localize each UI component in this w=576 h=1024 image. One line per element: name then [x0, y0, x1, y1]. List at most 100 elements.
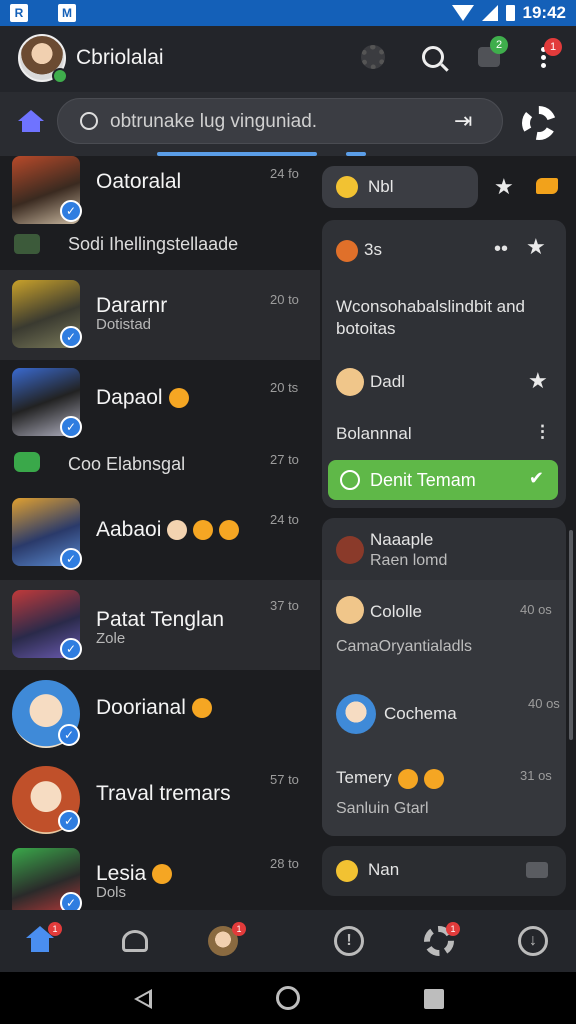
star-icon[interactable]: ★	[494, 174, 514, 200]
chat-time: 24 fo	[270, 166, 299, 181]
chat-bubble-icon	[14, 452, 40, 472]
chat-subtitle: Dols	[96, 884, 127, 901]
fire-emoji-icon	[191, 698, 212, 719]
wifi-icon	[451, 5, 474, 21]
contact-subtitle: Sanluin Gtarl	[336, 800, 429, 817]
card-subtitle: Raen lomd	[370, 552, 448, 569]
chat-time: 20 ts	[270, 380, 299, 395]
side-panel: Nbl ★ 3s •• ★ Wconsohabalslindbit and bo…	[322, 160, 566, 910]
avatar	[336, 694, 376, 734]
back-icon[interactable]	[134, 989, 152, 1009]
chat-time: 27 to	[270, 452, 299, 467]
chat-row[interactable]: ✓ Traval tremars 57 to	[0, 756, 320, 842]
send-arrow-icon[interactable]: ⇥	[454, 110, 480, 132]
signal-icon	[481, 5, 498, 21]
chat-row[interactable]: ✓ Dapaol 20 ts	[0, 360, 320, 446]
search-input[interactable]: obtrunake lug vinguniad. ⇥	[57, 98, 503, 144]
group-label: Sodi Ihellingstellaade	[68, 234, 239, 254]
app-notification-icon: R	[10, 4, 28, 22]
group-row[interactable]: Sodi Ihellingstellaade	[0, 226, 320, 270]
settings-dim-icon[interactable]	[358, 42, 388, 72]
chat-name: Traval tremars	[96, 782, 231, 805]
coin-chip[interactable]: Nbl	[322, 166, 478, 208]
home-button-icon[interactable]	[276, 986, 300, 1010]
nav-home[interactable]: 1	[26, 922, 62, 956]
chat-row[interactable]: ✓ Doorianal	[0, 670, 320, 756]
avatar	[336, 536, 364, 564]
status-bar: R M 19:42	[0, 0, 576, 26]
confirm-button[interactable]: Denit Temam ✔	[328, 460, 558, 500]
nav-settings[interactable]: 1	[424, 922, 460, 956]
bottom-nav: 1 1 ! 1 ↓	[0, 910, 576, 972]
chat-time: 28 to	[270, 856, 299, 871]
gear-icon[interactable]	[522, 106, 556, 140]
lock-icon[interactable]: 2	[474, 36, 508, 72]
nav-wifi[interactable]	[120, 926, 150, 956]
contact-name: Cochema	[384, 704, 457, 723]
search-placeholder: obtrunake lug vinguniad.	[110, 111, 318, 132]
chat-name: Oatoralal	[96, 170, 182, 193]
battery-icon	[505, 5, 515, 21]
item-name: Dadl	[370, 372, 405, 391]
card-description: Wconsohabalslindbit and botoitas	[336, 297, 526, 338]
fox-icon[interactable]	[536, 178, 558, 194]
verified-icon: ✓	[60, 548, 82, 570]
coin-icon	[336, 176, 358, 198]
avatar	[336, 596, 364, 624]
notification-badge: 2	[490, 36, 508, 54]
chat-row[interactable]: ✓ Oatoralal 24 fo	[0, 156, 320, 226]
nav-profile[interactable]: 1	[208, 922, 246, 956]
fire-emoji-icon	[193, 520, 214, 541]
check-circle-icon	[340, 470, 360, 490]
alert-icon: !	[334, 926, 364, 956]
contact-time: 40 os	[520, 602, 552, 617]
chat-name: Patat Tenglan	[96, 608, 225, 631]
chat-subtitle: Zole	[96, 630, 126, 647]
chat-row[interactable]: ✓ Lesia Dols 28 to	[0, 842, 320, 910]
search-icon	[80, 112, 98, 130]
chat-subtitle: Dotistad	[96, 316, 152, 333]
contact-time: 31 os	[520, 768, 552, 783]
nav-alerts[interactable]: !	[334, 926, 364, 956]
fire-emoji-icon	[219, 520, 240, 541]
chat-row[interactable]: ✓ Aabaoi 24 to	[0, 490, 320, 580]
star-icon[interactable]: ★	[526, 234, 546, 260]
verified-icon: ✓	[60, 200, 82, 222]
contact-subtitle: CamaOryantialadls	[336, 638, 473, 655]
more-menu-button[interactable]: 1	[528, 38, 562, 72]
footer-card[interactable]: Nan	[322, 846, 566, 896]
search-icon[interactable]	[418, 42, 448, 72]
home-icon[interactable]	[18, 110, 44, 134]
app-title: Cbriolalai	[76, 46, 164, 69]
alert-badge: 1	[544, 38, 562, 56]
more-dots-icon[interactable]: ••	[494, 238, 508, 261]
contacts-card: Naaaple Raen lomd Cololle 40 os CamaOrya…	[322, 518, 566, 836]
scrollbar[interactable]	[569, 530, 573, 740]
footer-label: Nan	[368, 860, 400, 879]
star-icon[interactable]: ★	[528, 368, 548, 394]
chat-name: Lesia	[96, 862, 173, 886]
fire-emoji-icon	[423, 768, 444, 789]
tab-indicator	[346, 152, 366, 156]
nav-download[interactable]: ↓	[518, 926, 548, 956]
chat-name: Doorianal	[96, 696, 212, 720]
fire-emoji-icon	[152, 864, 173, 885]
chat-time: 37 to	[270, 598, 299, 613]
chat-row[interactable]: ✓ Patat Tenglan Zole 37 to	[0, 580, 320, 670]
chat-name: Aabaoi	[96, 518, 240, 542]
chat-row[interactable]: ✓ Dararnr Dotistad 20 to	[0, 270, 320, 360]
contact-name: Temery	[336, 768, 444, 789]
kebab-icon[interactable]: ⋮	[534, 422, 551, 442]
verified-icon: ✓	[60, 416, 82, 438]
chat-time: 20 to	[270, 292, 299, 307]
message-notification-icon: M	[58, 4, 76, 22]
group-row[interactable]: Coo Elabnsgal 27 to	[0, 446, 320, 490]
fire-emoji-icon	[168, 388, 189, 409]
coin-icon	[336, 860, 358, 882]
download-icon: ↓	[518, 926, 548, 956]
contact-time: 40 os	[528, 696, 560, 711]
status-time: 19:42	[522, 3, 566, 22]
edit-icon[interactable]	[526, 862, 548, 878]
recents-icon[interactable]	[424, 989, 444, 1009]
verified-icon: ✓	[60, 326, 82, 348]
